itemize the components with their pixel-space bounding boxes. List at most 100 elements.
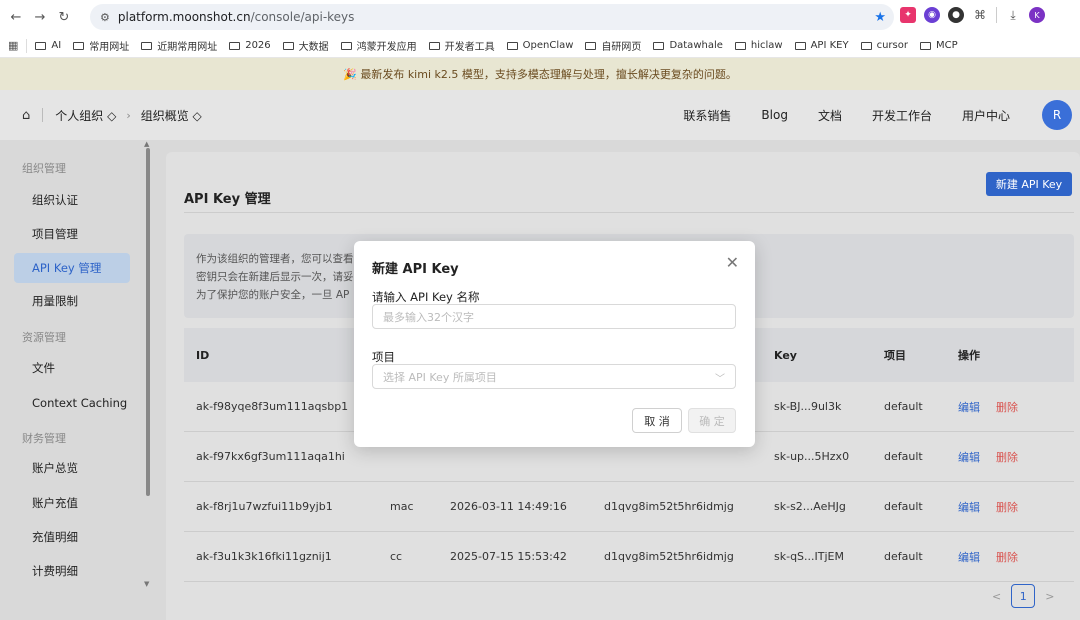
sidebar-item-account-overview[interactable]: 账户总览 — [14, 453, 130, 483]
bookmark-folder[interactable]: 自研网页 — [585, 38, 641, 53]
page-title: API Key 管理 — [184, 192, 271, 207]
bookmark-folder[interactable]: hiclaw — [734, 40, 783, 51]
sidebar-item-context-caching[interactable]: Context Caching — [14, 388, 130, 418]
folder-icon — [585, 41, 597, 50]
page-1[interactable]: 1 — [1011, 584, 1036, 608]
next-page-icon[interactable]: > — [1045, 590, 1054, 603]
bookmark-folder[interactable]: 常用网址 — [73, 38, 129, 53]
extension-icon[interactable]: ● — [948, 7, 964, 23]
sidebar-group-finance: 财务管理 — [22, 432, 66, 445]
edit-link[interactable]: 编辑 — [958, 499, 980, 515]
extensions-puzzle-icon[interactable]: ⌘ — [972, 7, 988, 23]
close-icon[interactable]: ✕ — [726, 253, 739, 272]
edit-link[interactable]: 编辑 — [958, 449, 980, 465]
scroll-down-icon[interactable]: ▼ — [144, 580, 149, 588]
sidebar-item-projects[interactable]: 项目管理 — [14, 219, 130, 249]
bookmark-label: 自研网页 — [601, 42, 642, 53]
bookmark-folder[interactable]: OpenClaw — [506, 40, 573, 51]
bookmark-label: MCP — [935, 40, 958, 51]
bookmark-label: cursor — [876, 40, 908, 51]
delete-link[interactable]: 删除 — [996, 499, 1018, 515]
bookmark-label: AI — [51, 40, 62, 51]
bookmark-folder[interactable]: API KEY — [794, 40, 849, 51]
sidebar-item-org-verify[interactable]: 组织认证 — [14, 185, 130, 215]
bookmark-label: Datawhale — [669, 40, 723, 51]
new-api-key-button[interactable]: 新建 API Key — [986, 172, 1072, 196]
download-icon[interactable]: ⤓ — [1005, 7, 1021, 23]
nav-blog[interactable]: Blog — [761, 108, 788, 122]
site-settings-icon[interactable]: ⚙ — [100, 11, 110, 24]
sidebar-item-files[interactable]: 文件 — [14, 353, 130, 383]
bookmark-folder[interactable]: 大数据 — [282, 38, 329, 53]
key-secret: sk-BJ...9ul3k — [774, 400, 842, 413]
delete-link[interactable]: 删除 — [996, 549, 1018, 565]
bookmark-folder[interactable]: 近期常用网址 — [141, 38, 217, 53]
sidebar-group-org: 组织管理 — [22, 162, 66, 175]
edit-link[interactable]: 编辑 — [958, 399, 980, 415]
nav-user-center[interactable]: 用户中心 — [962, 107, 1010, 124]
confirm-button[interactable]: 确 定 — [688, 408, 736, 433]
reload-icon[interactable]: ↻ — [54, 7, 74, 27]
new-api-key-modal: 新建 API Key ✕ 请输入 API Key 名称 最多输入32个汉字 项目… — [354, 241, 755, 447]
key-owner: mac — [390, 500, 414, 513]
cancel-button[interactable]: 取 消 — [632, 408, 682, 433]
home-icon[interactable]: ⌂ — [22, 108, 30, 123]
nav-contact-sales[interactable]: 联系销售 — [683, 107, 731, 124]
bookmark-folder[interactable]: 开发者工具 — [428, 38, 495, 53]
overview-switcher[interactable]: 组织概览 ◇ — [141, 107, 202, 124]
bookmark-star-icon[interactable]: ★ — [874, 10, 886, 25]
sidebar-item-recharge[interactable]: 账户充值 — [14, 488, 130, 518]
bookmark-label: 大数据 — [298, 42, 329, 53]
nav-docs[interactable]: 文档 — [818, 107, 842, 124]
scroll-up-icon[interactable]: ▲ — [144, 140, 149, 148]
folder-icon — [229, 41, 241, 50]
table-row: ak-f8rj1u7wzfui11b9yjb1 mac 2026-03-11 14:… — [184, 482, 1074, 532]
bookmark-folder[interactable]: cursor — [860, 40, 908, 51]
delete-link[interactable]: 删除 — [996, 449, 1018, 465]
divider — [184, 212, 1074, 213]
nav-dev-workbench[interactable]: 开发工作台 — [872, 107, 932, 124]
folder-icon — [919, 41, 931, 50]
folder-icon — [35, 41, 47, 50]
bookmark-folder[interactable]: AI — [35, 40, 61, 51]
address-bar[interactable]: ⚙ platform.moonshot.cn/console/api-keys … — [90, 4, 894, 30]
bookmark-label: 2026 — [245, 40, 271, 51]
bookmarks-bar: ▦ AI 常用网址 近期常用网址 2026 大数据 鸿蒙开发应用 开发者工具 OpenClaw… — [0, 34, 1080, 58]
sidebar-item-api-keys[interactable]: API Key 管理 — [14, 253, 130, 283]
back-icon[interactable]: ← — [6, 7, 26, 27]
delete-link[interactable]: 删除 — [996, 399, 1018, 415]
org-switcher[interactable]: 个人组织 ◇ — [55, 107, 116, 124]
bookmark-folder[interactable]: MCP — [919, 40, 958, 51]
key-created-at: 2026-03-11 14:49:16 — [450, 500, 567, 513]
api-key-name-input[interactable]: 最多输入32个汉字 — [372, 304, 736, 329]
sidebar-item-usage-limits[interactable]: 用量限制 — [14, 286, 130, 316]
project-select[interactable]: 选择 API Key 所属项目 ﹀ — [372, 364, 736, 389]
bookmark-folder[interactable]: Datawhale — [653, 40, 723, 51]
sidebar-scrollbar[interactable] — [146, 148, 150, 496]
apps-grid-icon[interactable]: ▦ — [8, 39, 18, 52]
bookmark-folder[interactable]: 鸿蒙开发应用 — [340, 38, 417, 53]
name-label: 请输入 API Key 名称 — [372, 290, 480, 304]
extension-icon[interactable]: ◉ — [924, 7, 940, 23]
key-id: ak-f97kx6gf3um111aqa1hi — [196, 450, 345, 463]
bookmark-label: API KEY — [810, 40, 849, 51]
divider — [42, 108, 44, 122]
user-avatar[interactable]: R — [1042, 100, 1072, 130]
key-id: ak-f8rj1u7wzfui11b9yjb1 — [196, 500, 333, 513]
sidebar-group-resources: 资源管理 — [22, 331, 66, 344]
extension-icon[interactable]: ✦ — [900, 7, 916, 23]
key-secret: sk-s2...AeHJg — [774, 500, 846, 513]
edit-link[interactable]: 编辑 — [958, 549, 980, 565]
sidebar: 组织管理 组织认证 项目管理 API Key 管理 用量限制 资源管理 文件 C… — [0, 140, 152, 620]
key-id: ak-f3u1k3k16fki11gznij1 — [196, 550, 332, 563]
divider — [26, 38, 28, 53]
sidebar-item-billing-details[interactable]: 计费明细 — [14, 556, 130, 586]
forward-icon[interactable]: → — [30, 7, 50, 27]
profile-avatar[interactable]: K — [1029, 7, 1045, 23]
sidebar-item-recharge-details[interactable]: 充值明细 — [14, 522, 130, 552]
row-actions: 编辑 删除 — [958, 482, 1018, 531]
divider — [996, 7, 997, 23]
bookmark-folder[interactable]: 2026 — [229, 40, 271, 51]
key-secret: sk-qS...ITjEM — [774, 550, 844, 563]
prev-page-icon[interactable]: < — [992, 590, 1001, 603]
